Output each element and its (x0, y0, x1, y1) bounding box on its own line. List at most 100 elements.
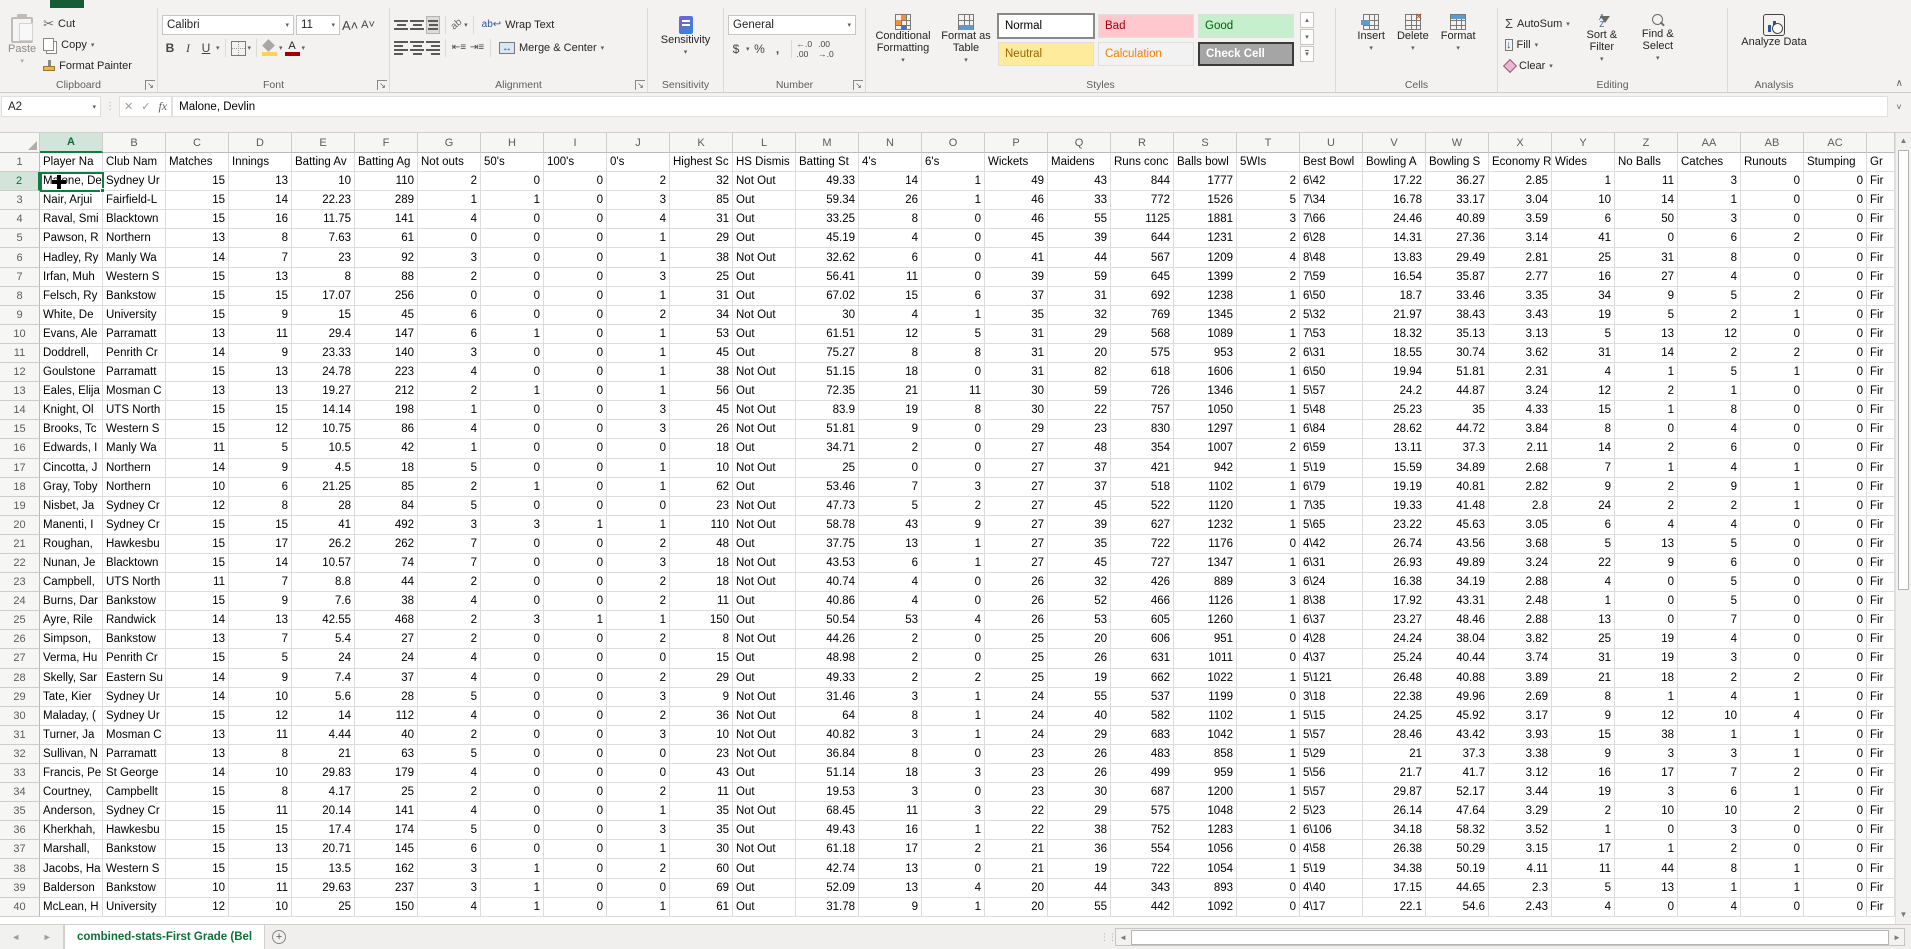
cell[interactable]: 3 (859, 688, 922, 707)
cell[interactable]: 757 (1111, 401, 1174, 420)
cell[interactable]: Fir (1867, 879, 1895, 898)
cell[interactable]: Maidens (1048, 153, 1111, 172)
cell[interactable]: 3 (418, 344, 481, 363)
cell[interactable]: 2.11 (1489, 439, 1552, 458)
cell[interactable]: 1 (481, 898, 544, 917)
cell[interactable]: 0 (544, 764, 607, 783)
cell[interactable]: Randwick (103, 611, 166, 630)
cell[interactable]: 43.42 (1426, 726, 1489, 745)
cell[interactable]: 45 (355, 306, 418, 325)
cell[interactable]: Out (733, 898, 796, 917)
active-sheet-tab[interactable]: combined-stats-First Grade (Bel (64, 925, 265, 949)
cell[interactable]: 0 (418, 287, 481, 306)
cell[interactable]: 21.97 (1363, 306, 1426, 325)
cell[interactable]: 1347 (1174, 554, 1237, 573)
cell[interactable]: 3.62 (1489, 344, 1552, 363)
cell[interactable]: 5 (1678, 535, 1741, 554)
cell[interactable]: 3 (607, 268, 670, 287)
cell[interactable]: 16.78 (1363, 191, 1426, 210)
cell[interactable]: 26 (859, 191, 922, 210)
cell[interactable]: 4.5 (292, 459, 355, 478)
cell[interactable]: 0 (481, 840, 544, 859)
cell[interactable]: 34.19 (1426, 573, 1489, 592)
formula-input[interactable]: Malone, Devlin (172, 96, 1888, 117)
cell[interactable]: 0 (544, 325, 607, 344)
cell[interactable]: Economy R (1489, 153, 1552, 172)
cell[interactable]: 518 (1111, 478, 1174, 497)
cell[interactable]: 2 (1552, 802, 1615, 821)
cell[interactable]: Kherkhah, (40, 821, 103, 840)
cell[interactable]: 19 (1552, 783, 1615, 802)
cell[interactable]: 0 (607, 764, 670, 783)
cell[interactable]: 9 (1552, 707, 1615, 726)
cell[interactable]: 17 (859, 840, 922, 859)
cell[interactable]: 13 (166, 726, 229, 745)
cell[interactable]: 0 (544, 688, 607, 707)
cell[interactable]: 2.43 (1489, 898, 1552, 917)
cell[interactable]: 6\31 (1300, 554, 1363, 573)
cell[interactable]: 5 (1678, 287, 1741, 306)
cell[interactable]: 24 (985, 707, 1048, 726)
cell[interactable]: 11 (859, 802, 922, 821)
cell[interactable]: 21.7 (1363, 764, 1426, 783)
cell[interactable]: 1 (922, 898, 985, 917)
cell[interactable]: Fir (1867, 802, 1895, 821)
cell[interactable]: 1 (1237, 592, 1300, 611)
cell[interactable]: 0 (544, 840, 607, 859)
cell[interactable]: 0 (922, 210, 985, 229)
cell[interactable]: 8 (1552, 688, 1615, 707)
cell[interactable]: 3.93 (1489, 726, 1552, 745)
cell[interactable]: 8.8 (292, 573, 355, 592)
cell[interactable]: 44.26 (796, 630, 859, 649)
cell[interactable]: 692 (1111, 287, 1174, 306)
cell[interactable]: 88 (355, 268, 418, 287)
cell[interactable]: UTS North (103, 401, 166, 420)
cell[interactable]: Evans, Ale (40, 325, 103, 344)
cell[interactable]: Batting Ag (355, 153, 418, 172)
gallery-down-button[interactable]: ▾ (1300, 29, 1314, 45)
cell[interactable]: 3 (607, 191, 670, 210)
cell[interactable]: 0 (544, 382, 607, 401)
cell[interactable]: 30 (985, 382, 1048, 401)
row-header-21[interactable]: 21 (0, 535, 40, 554)
cell[interactable]: 1054 (1174, 859, 1237, 878)
cell[interactable]: 15 (166, 592, 229, 611)
cell[interactable]: 28.46 (1363, 726, 1426, 745)
row-header-27[interactable]: 27 (0, 649, 40, 668)
cell[interactable]: 575 (1111, 344, 1174, 363)
cell[interactable]: 25 (796, 459, 859, 478)
cell[interactable]: 483 (1111, 745, 1174, 764)
cell[interactable]: 38.43 (1426, 306, 1489, 325)
cell[interactable]: 27.36 (1426, 229, 1489, 248)
row-header-17[interactable]: 17 (0, 459, 40, 478)
cell[interactable]: 45.92 (1426, 707, 1489, 726)
cell[interactable]: 44 (1048, 879, 1111, 898)
row-header-12[interactable]: 12 (0, 363, 40, 382)
cell[interactable]: Fir (1867, 229, 1895, 248)
cell[interactable]: 9 (229, 344, 292, 363)
cell[interactable]: Fir (1867, 821, 1895, 840)
cell[interactable]: 25 (985, 630, 1048, 649)
cell[interactable]: 0 (544, 707, 607, 726)
cell[interactable]: 15 (1552, 401, 1615, 420)
cell[interactable]: 14 (166, 344, 229, 363)
font-dialog-launcher[interactable]: ↘ (377, 80, 387, 90)
cell[interactable]: Penrith Cr (103, 649, 166, 668)
cell[interactable]: 1 (544, 611, 607, 630)
paste-button[interactable]: Paste ▾ (4, 12, 40, 76)
cell[interactable]: 9 (859, 898, 922, 917)
cell[interactable]: Hadley, Ry (40, 248, 103, 267)
cell[interactable]: 14 (229, 191, 292, 210)
cell[interactable]: Fir (1867, 783, 1895, 802)
cell[interactable]: 582 (1111, 707, 1174, 726)
underline-button[interactable]: U (198, 41, 214, 55)
cell[interactable]: 26 (1048, 745, 1111, 764)
cell[interactable]: Campbellt (103, 783, 166, 802)
cell[interactable]: 16.54 (1363, 268, 1426, 287)
cell[interactable]: 8 (1678, 859, 1741, 878)
cell[interactable]: 18 (859, 764, 922, 783)
cell[interactable]: Not Out (733, 401, 796, 420)
cell[interactable]: 35 (1048, 535, 1111, 554)
cell[interactable]: 4 (1678, 516, 1741, 535)
cell[interactable]: 0 (607, 745, 670, 764)
